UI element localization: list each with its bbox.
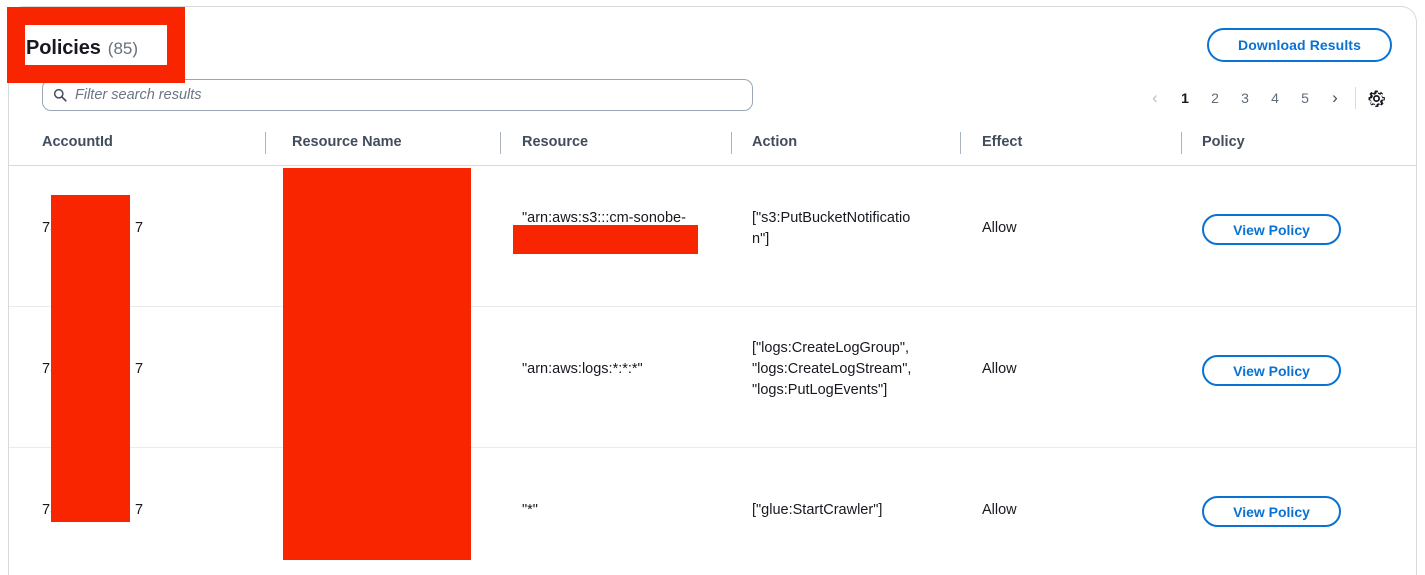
column-header-accountid[interactable]: AccountId	[42, 134, 113, 150]
table-row[interactable]: 73 7 "*" ["glue:StartCrawler"] Allow Vie…	[9, 448, 1416, 575]
download-results-button[interactable]: Download Results	[1207, 28, 1392, 62]
column-header-policy[interactable]: Policy	[1202, 134, 1245, 150]
column-header-resource-name[interactable]: Resource Name	[292, 134, 402, 150]
search-icon	[53, 88, 67, 102]
redaction-resource-name	[283, 168, 471, 560]
column-header-action[interactable]: Action	[752, 134, 797, 150]
pagination-page-2[interactable]: 2	[1200, 83, 1230, 113]
column-header-effect[interactable]: Effect	[982, 134, 1022, 150]
cell-effect: Allow	[982, 220, 1017, 236]
column-divider[interactable]	[731, 132, 732, 154]
pagination-next-icon[interactable]: ›	[1320, 83, 1350, 113]
panel-header: Policies (85) Download Results ‹ 1 2 3 4	[9, 7, 1416, 122]
column-divider[interactable]	[960, 132, 961, 154]
column-divider[interactable]	[265, 132, 266, 154]
view-policy-button[interactable]: View Policy	[1202, 214, 1341, 245]
cell-resource: "arn:aws:logs:*:*:*"	[522, 361, 643, 377]
cell-effect: Allow	[982, 502, 1017, 518]
column-divider[interactable]	[1181, 132, 1182, 154]
policies-panel: Policies (85) Download Results ‹ 1 2 3 4	[8, 6, 1417, 575]
column-divider[interactable]	[500, 132, 501, 154]
pagination-divider	[1355, 87, 1356, 109]
cell-action: ["glue:StartCrawler"]	[752, 502, 883, 518]
cell-accountid-suffix: 7	[135, 502, 144, 518]
search-input[interactable]	[75, 87, 742, 103]
pagination-page-5[interactable]: 5	[1290, 83, 1320, 113]
table-header: AccountId Resource Name Resource Action …	[9, 122, 1416, 166]
redaction-resource-row1	[513, 225, 698, 254]
table-row[interactable]: 73 7 "arn:aws:logs:*:*:*" ["logs:CreateL…	[9, 307, 1416, 448]
search-box[interactable]	[42, 79, 753, 111]
cell-action: ["logs:CreateLogGroup", "logs:CreateLogS…	[752, 340, 912, 398]
view-policy-button[interactable]: View Policy	[1202, 496, 1341, 527]
redaction-title-outline	[7, 7, 185, 83]
pagination-page-1[interactable]: 1	[1170, 83, 1200, 113]
cell-action: ["s3:PutBucketNotificatio n"]	[752, 210, 911, 247]
pagination-page-3[interactable]: 3	[1230, 83, 1260, 113]
cell-accountid-suffix: 7	[135, 361, 144, 377]
column-header-resource[interactable]: Resource	[522, 134, 588, 150]
gear-icon[interactable]	[1363, 85, 1389, 111]
cell-resource: "*"	[522, 502, 538, 518]
pagination-prev-icon[interactable]: ‹	[1140, 83, 1170, 113]
pagination-page-4[interactable]: 4	[1260, 83, 1290, 113]
redaction-account-id	[51, 195, 130, 522]
cell-effect: Allow	[982, 361, 1017, 377]
pagination: ‹ 1 2 3 4 5 ›	[1140, 81, 1389, 115]
table-body: 73 7 "arn:aws:s3:::cm-sonobe- ["s3:PutBu…	[9, 166, 1416, 575]
screenshot-root: Policies (85) Download Results ‹ 1 2 3 4	[0, 0, 1425, 575]
table-row[interactable]: 73 7 "arn:aws:s3:::cm-sonobe- ["s3:PutBu…	[9, 166, 1416, 307]
cell-accountid-suffix: 7	[135, 220, 144, 236]
view-policy-button[interactable]: View Policy	[1202, 355, 1341, 386]
